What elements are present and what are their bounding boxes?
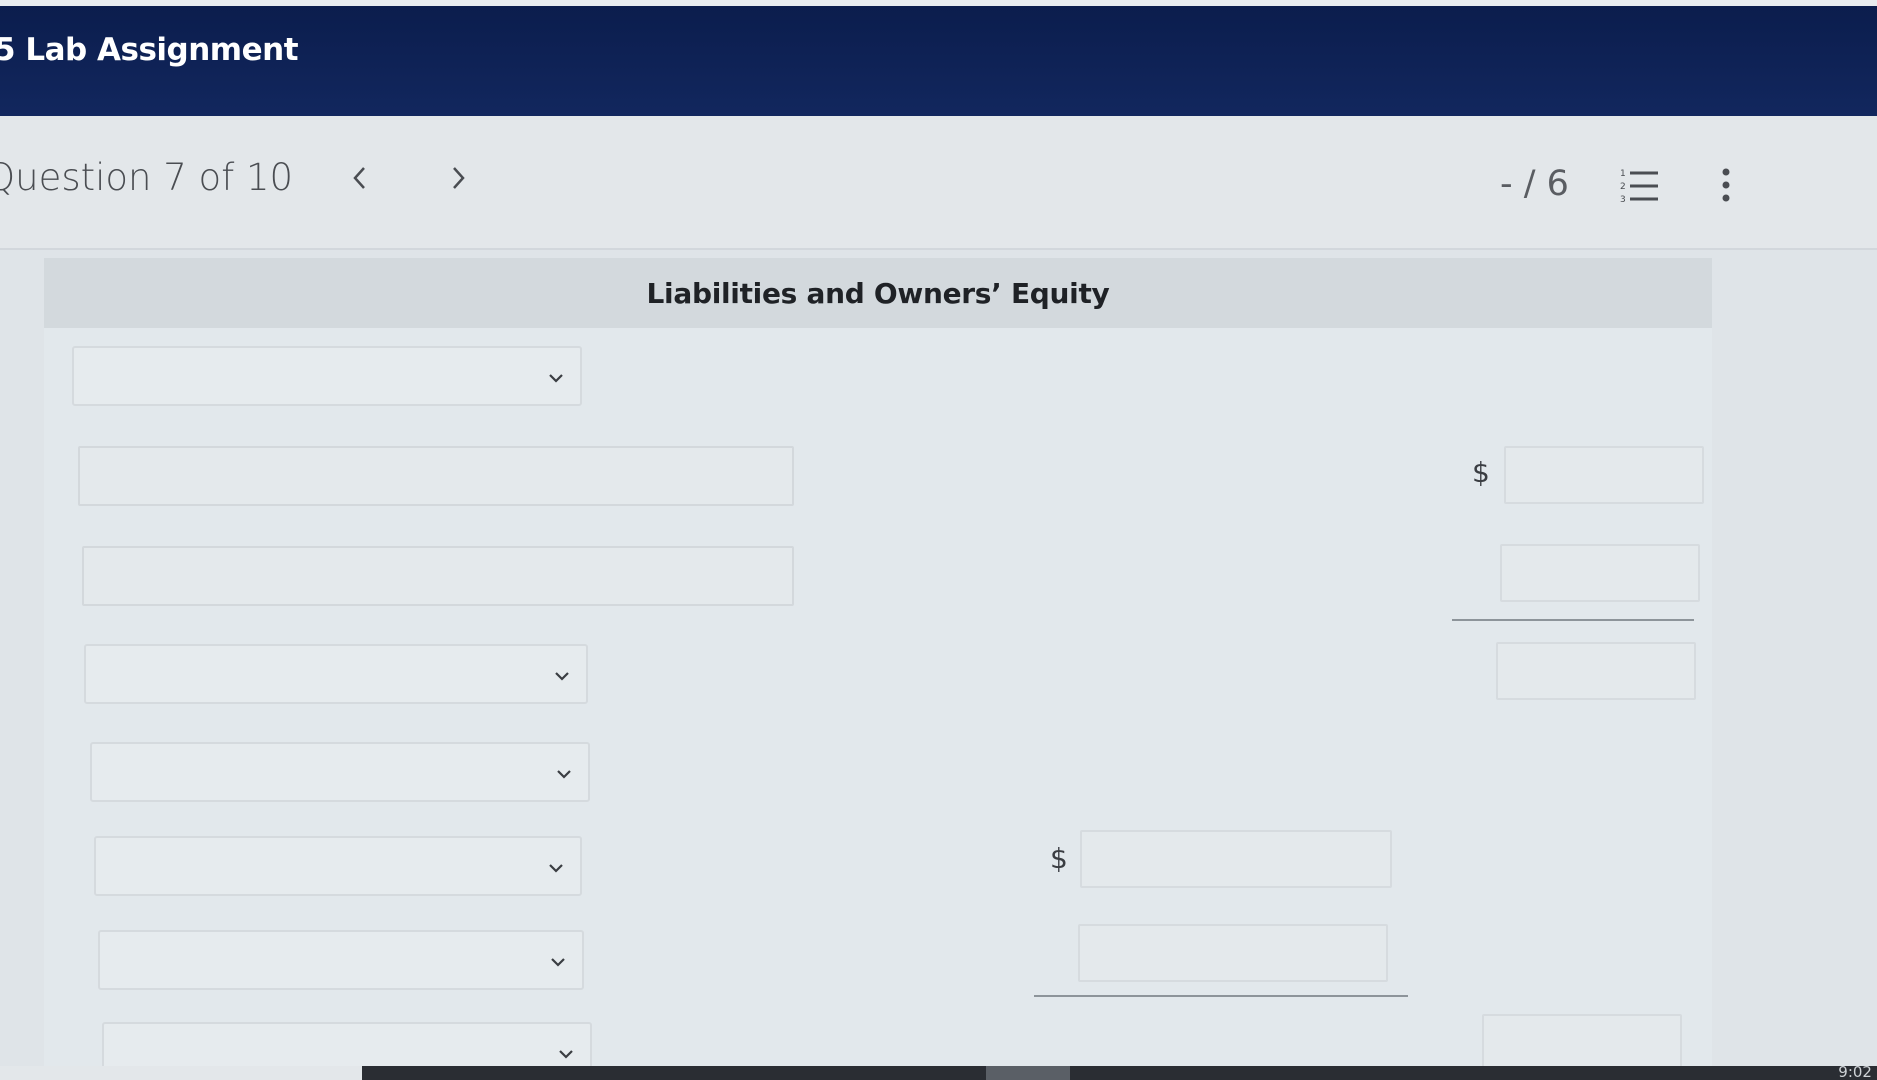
dollar-sign: $ bbox=[1472, 456, 1490, 489]
subtotal-rule bbox=[1452, 619, 1694, 621]
total-amount-input[interactable] bbox=[1496, 642, 1696, 700]
more-options-button[interactable] bbox=[1714, 164, 1738, 208]
chevron-left-icon bbox=[353, 167, 365, 189]
account-text-input[interactable] bbox=[78, 446, 794, 506]
panel-header: Liabilities and Owners’ Equity bbox=[44, 258, 1712, 328]
dollar-sign: $ bbox=[1050, 842, 1068, 875]
chevron-down-icon bbox=[555, 672, 569, 681]
account-dropdown[interactable] bbox=[84, 644, 588, 704]
subtotal-rule bbox=[1034, 995, 1408, 997]
chevron-down-icon bbox=[549, 374, 563, 383]
chevron-down-icon bbox=[551, 958, 565, 967]
numbered-list-icon: 1 2 3 bbox=[1620, 169, 1658, 205]
question-list-button[interactable]: 1 2 3 bbox=[1618, 166, 1662, 206]
taskbar-app-button[interactable] bbox=[986, 1066, 1070, 1080]
question-bar: Question 7 of 10 - / 6 1 2 3 bbox=[0, 116, 1877, 250]
app-header: 5 Lab Assignment bbox=[0, 0, 1877, 116]
account-dropdown[interactable] bbox=[90, 742, 590, 802]
amount-input[interactable] bbox=[1482, 1014, 1682, 1072]
account-dropdown[interactable] bbox=[98, 930, 584, 990]
panel-title: Liabilities and Owners’ Equity bbox=[646, 276, 1110, 310]
amount-input[interactable] bbox=[1504, 446, 1704, 504]
account-dropdown[interactable] bbox=[72, 346, 582, 406]
amount-input[interactable] bbox=[1500, 544, 1700, 602]
svg-text:1: 1 bbox=[1620, 169, 1626, 179]
question-counter: Question 7 of 10 bbox=[0, 156, 294, 199]
chevron-right-icon bbox=[453, 167, 465, 189]
chevron-down-icon bbox=[557, 770, 571, 779]
svg-text:2: 2 bbox=[1620, 182, 1626, 192]
account-dropdown[interactable] bbox=[94, 836, 582, 896]
chevron-down-icon bbox=[549, 864, 563, 873]
next-question-button[interactable] bbox=[438, 158, 478, 198]
app-title: 5 Lab Assignment bbox=[0, 32, 299, 68]
vertical-dots-icon bbox=[1722, 168, 1730, 202]
previous-question-button[interactable] bbox=[340, 158, 380, 198]
amount-input[interactable] bbox=[1078, 924, 1388, 982]
balance-sheet-panel: Liabilities and Owners’ Equity $ $ bbox=[44, 258, 1712, 1080]
taskbar-left-area bbox=[0, 1066, 362, 1080]
amount-input[interactable] bbox=[1080, 830, 1392, 888]
svg-text:3: 3 bbox=[1620, 195, 1626, 205]
account-text-input[interactable] bbox=[82, 546, 794, 606]
taskbar-clock: 9:02 A bbox=[1838, 1063, 1877, 1080]
question-score: - / 6 bbox=[1500, 164, 1569, 204]
chevron-down-icon bbox=[559, 1050, 573, 1059]
